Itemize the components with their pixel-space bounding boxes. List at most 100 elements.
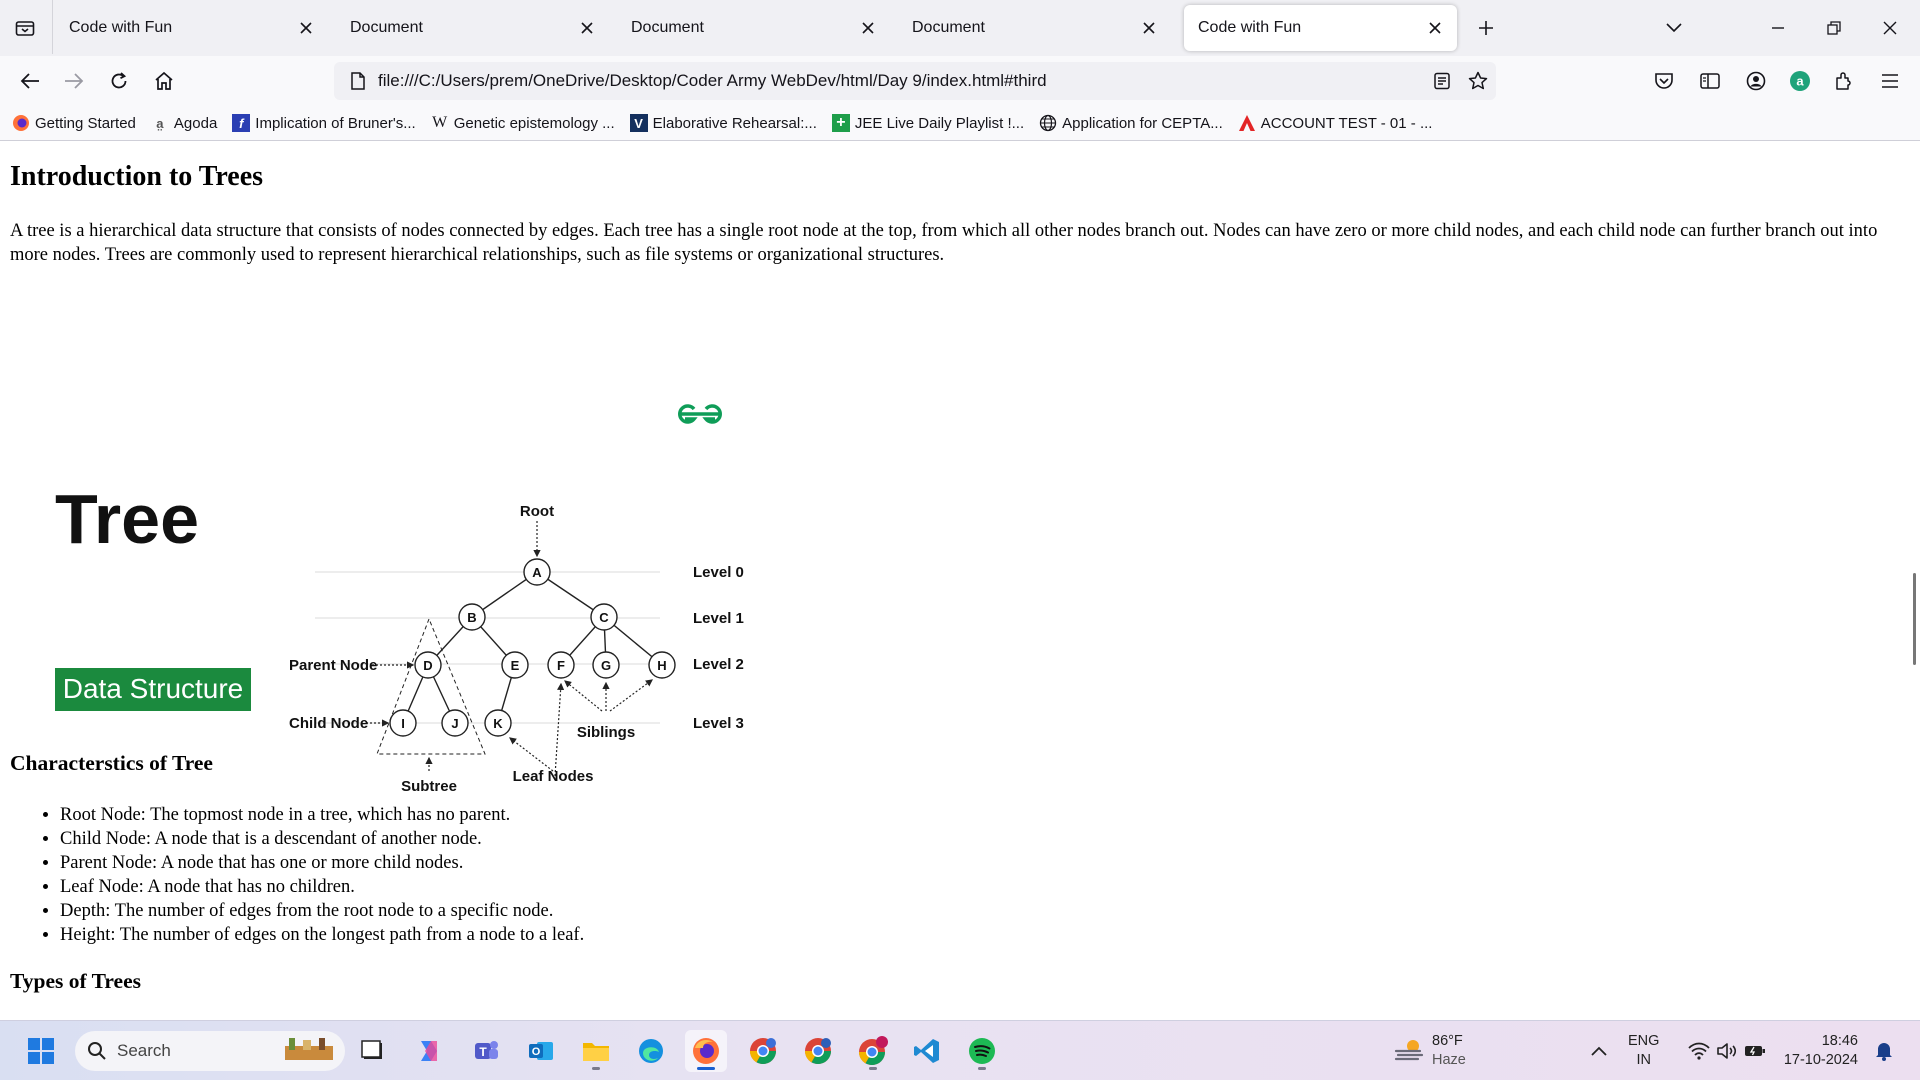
bookmark-item[interactable]: + JEE Live Daily Playlist !... bbox=[831, 114, 1024, 132]
notifications-button[interactable] bbox=[1866, 1030, 1902, 1072]
edge-button[interactable] bbox=[630, 1030, 672, 1072]
home-button[interactable] bbox=[148, 65, 180, 97]
start-button[interactable] bbox=[20, 1030, 62, 1072]
tab-4[interactable]: Document bbox=[898, 5, 1171, 51]
firefox-taskbar-button[interactable] bbox=[685, 1030, 727, 1072]
tab-separator bbox=[52, 0, 53, 54]
language-code: ENG bbox=[1628, 1033, 1660, 1049]
bookmark-item[interactable]: Getting Started bbox=[12, 114, 136, 132]
tab-5-active[interactable]: Code with Fun bbox=[1184, 5, 1457, 51]
extensions-button[interactable] bbox=[1828, 65, 1860, 97]
chevron-down-icon bbox=[1666, 23, 1682, 33]
bookmark-item[interactable]: ACCOUNT TEST - 01 - ... bbox=[1238, 114, 1432, 132]
weather-widget-icon[interactable] bbox=[1388, 1030, 1430, 1072]
tab-close-button[interactable] bbox=[1421, 14, 1449, 42]
tab-close-button[interactable] bbox=[854, 14, 882, 42]
svg-text:a: a bbox=[1796, 74, 1804, 89]
running-indicator bbox=[978, 1067, 986, 1070]
minimize-button[interactable] bbox=[1762, 12, 1794, 44]
windows-taskbar: Search T O 86°F Haze ENG IN 18:46 17-10-… bbox=[0, 1020, 1920, 1080]
outlook-button[interactable]: O bbox=[520, 1030, 562, 1072]
pocket-button[interactable] bbox=[1648, 65, 1680, 97]
bookmark-item[interactable]: f Implication of Bruner's... bbox=[232, 114, 416, 132]
agoda-icon: a̤ bbox=[156, 115, 164, 131]
clock[interactable]: 18:46 17-10-2024 bbox=[1778, 1032, 1858, 1070]
tab-overflow-button[interactable] bbox=[1658, 12, 1690, 44]
minimize-icon bbox=[1772, 27, 1784, 29]
copilot-button[interactable] bbox=[408, 1030, 450, 1072]
page-heading: Introduction to Trees bbox=[10, 161, 264, 192]
tab-close-button[interactable] bbox=[573, 14, 601, 42]
bookmark-item[interactable]: W Genetic epistemology ... bbox=[431, 114, 615, 132]
node-label: J bbox=[451, 716, 458, 731]
url-bar[interactable]: file:///C:/Users/prem/OneDrive/Desktop/C… bbox=[334, 62, 1496, 100]
bookmark-item[interactable]: a̤ Agoda bbox=[151, 114, 217, 132]
page-icon[interactable] bbox=[338, 72, 378, 90]
chrome-profile-1-button[interactable] bbox=[742, 1030, 784, 1072]
level-guide-lines bbox=[315, 571, 660, 724]
tab-3[interactable]: Document bbox=[617, 5, 890, 51]
teams-button[interactable]: T bbox=[465, 1030, 507, 1072]
restore-button[interactable] bbox=[1818, 12, 1850, 44]
tab-title: Code with Fun bbox=[1198, 19, 1302, 36]
search-placeholder: Search bbox=[117, 1041, 171, 1060]
figure-title-tree: Tree bbox=[55, 480, 199, 558]
quick-settings-button[interactable] bbox=[1682, 1030, 1772, 1072]
bookmark-label: Agoda bbox=[173, 114, 218, 132]
haze-icon bbox=[1394, 1040, 1424, 1061]
navigation-toolbar: file:///C:/Users/prem/OneDrive/Desktop/C… bbox=[0, 56, 1920, 106]
scrollbar-thumb[interactable] bbox=[1913, 573, 1916, 665]
reload-button[interactable] bbox=[103, 65, 135, 97]
tab-2[interactable]: Document bbox=[336, 5, 609, 51]
extension-a-button[interactable]: a bbox=[1784, 65, 1816, 97]
task-view-icon bbox=[361, 1040, 382, 1059]
spotify-button[interactable] bbox=[961, 1030, 1003, 1072]
bookmark-item[interactable]: V Elaborative Rehearsal:... bbox=[629, 114, 817, 132]
bookmarks-toolbar: Getting Started a̤ Agoda f Implication o… bbox=[0, 106, 1920, 141]
svg-text:T: T bbox=[479, 1045, 487, 1059]
node-label: I bbox=[401, 716, 405, 731]
chrome-profile-3-button[interactable] bbox=[852, 1030, 894, 1072]
tab-title: Code with Fun bbox=[69, 19, 173, 36]
show-hidden-icons-button[interactable] bbox=[1582, 1030, 1616, 1072]
intro-paragraph: A tree is a hierarchical data structure … bbox=[10, 221, 1878, 265]
tab-close-button[interactable] bbox=[292, 14, 320, 42]
weather-widget[interactable]: 86°F Haze bbox=[1432, 1032, 1466, 1070]
child-node-label: Child Node bbox=[289, 715, 368, 732]
bell-icon bbox=[1876, 1043, 1892, 1061]
url-text[interactable]: file:///C:/Users/prem/OneDrive/Desktop/C… bbox=[378, 71, 1424, 91]
bookmark-star-button[interactable] bbox=[1460, 65, 1496, 97]
bookmark-label: Getting Started bbox=[35, 114, 136, 132]
root-label: Root bbox=[520, 503, 554, 520]
spotify-icon bbox=[969, 1038, 995, 1064]
leaf-nodes-label: Leaf Nodes bbox=[513, 768, 594, 785]
task-view-button[interactable] bbox=[352, 1030, 394, 1072]
input-language-indicator[interactable]: ENG IN bbox=[1628, 1032, 1659, 1070]
siblings-label: Siblings bbox=[577, 724, 635, 741]
back-button[interactable] bbox=[14, 65, 46, 97]
bookmark-item[interactable]: Application for CEPTA... bbox=[1039, 114, 1223, 132]
plus-icon bbox=[1479, 21, 1493, 35]
sidebar-button[interactable] bbox=[1694, 65, 1726, 97]
tab-title: Document bbox=[350, 19, 423, 36]
account-button[interactable] bbox=[1740, 65, 1772, 97]
vscode-button[interactable] bbox=[906, 1030, 948, 1072]
menu-button[interactable] bbox=[1874, 65, 1906, 97]
edge-icon bbox=[639, 1039, 663, 1063]
file-explorer-button[interactable] bbox=[575, 1030, 617, 1072]
reader-view-button[interactable] bbox=[1424, 65, 1460, 97]
node-label: C bbox=[599, 610, 609, 625]
forward-button[interactable] bbox=[58, 65, 90, 97]
close-window-button[interactable] bbox=[1874, 12, 1906, 44]
list-all-tabs-button[interactable] bbox=[10, 14, 40, 42]
weather-description: Haze bbox=[1432, 1052, 1466, 1068]
chrome-profile-2-button[interactable] bbox=[797, 1030, 839, 1072]
taskbar-search[interactable]: Search bbox=[75, 1031, 345, 1071]
new-tab-button[interactable] bbox=[1470, 12, 1502, 44]
running-indicator bbox=[869, 1067, 877, 1070]
bookmark-label: Genetic epistemology ... bbox=[453, 114, 615, 132]
tab-close-button[interactable] bbox=[1135, 14, 1163, 42]
tab-1[interactable]: Code with Fun bbox=[55, 5, 328, 51]
region-code: IN bbox=[1636, 1052, 1651, 1068]
hamburger-menu-icon bbox=[1882, 74, 1898, 88]
